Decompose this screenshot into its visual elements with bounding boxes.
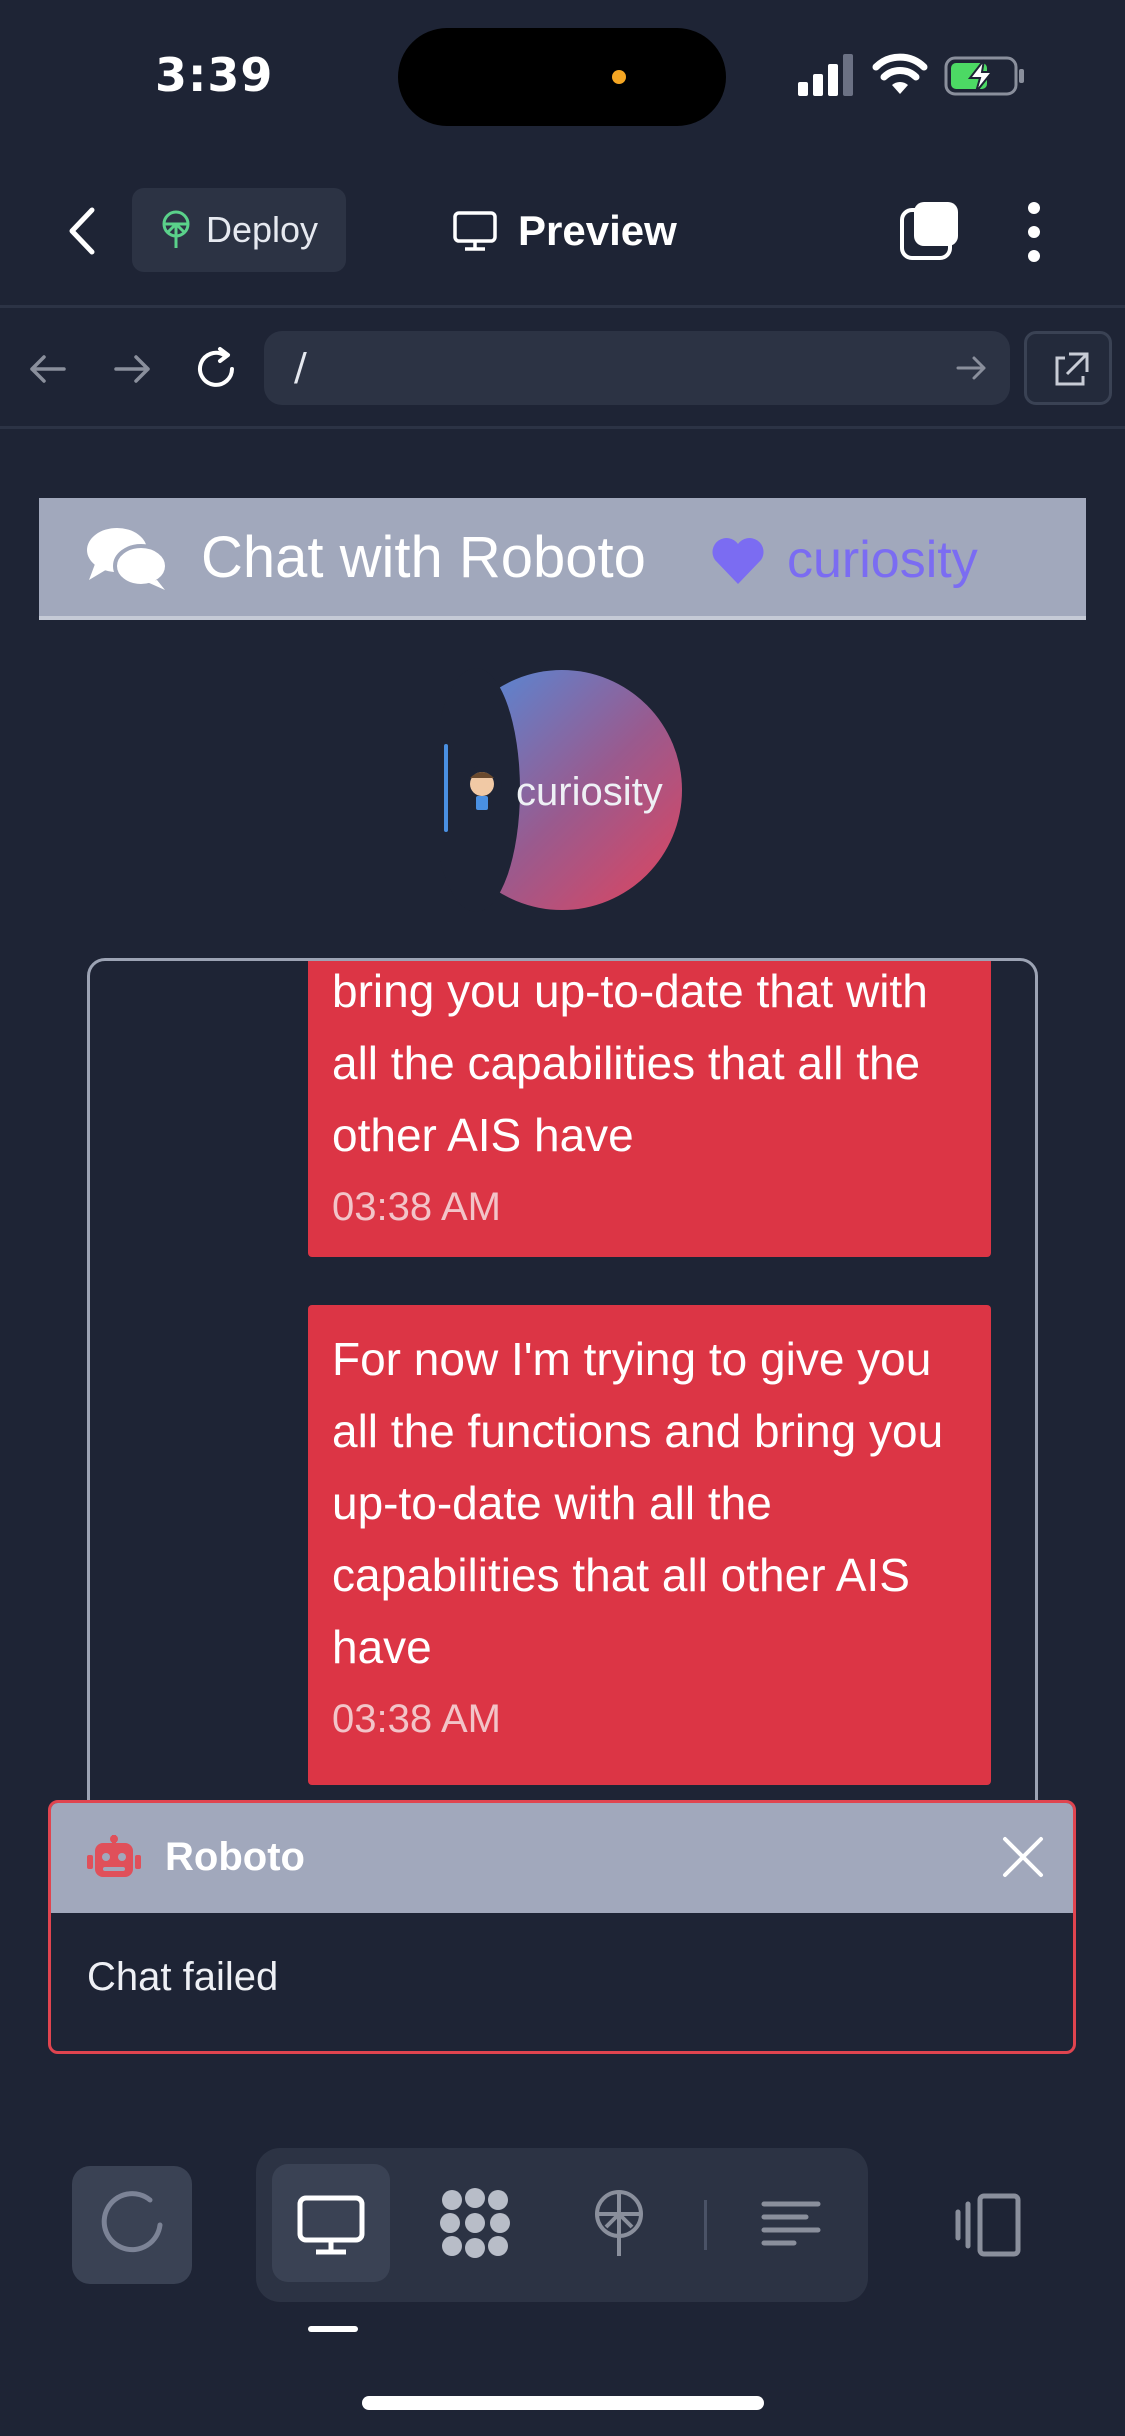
open-external-button[interactable] (1024, 331, 1112, 405)
cellular-signal-icon (798, 54, 853, 96)
privacy-indicator (612, 70, 626, 84)
toolbar-divider (704, 2200, 707, 2250)
external-link-icon (1055, 352, 1089, 386)
desktop-view-button[interactable] (272, 2164, 390, 2282)
robot-icon (87, 1835, 141, 1877)
battery-charging-icon (944, 56, 1024, 96)
spinner-icon (101, 2191, 163, 2253)
desktop-icon (297, 2195, 365, 2255)
preview-button[interactable]: Preview (452, 196, 677, 266)
loading-button[interactable] (72, 2166, 192, 2284)
close-icon[interactable] (999, 1833, 1047, 1881)
deploy-tool-button[interactable] (560, 2164, 678, 2282)
toast-header: Roboto (51, 1803, 1073, 1913)
tabs-icon[interactable] (898, 200, 960, 262)
arrow-left-icon[interactable] (24, 345, 72, 393)
panel-icon[interactable] (954, 2190, 1024, 2260)
avatar-emotion-label: curiosity (516, 770, 663, 814)
message-bubble: For now I'm trying to give you all the f… (308, 1305, 991, 1785)
message-text: bring you up-to-date that with all the c… (332, 965, 928, 1161)
emotion-label: curiosity (787, 531, 978, 589)
status-time: 3:39 (155, 48, 274, 102)
active-tab-indicator (308, 2326, 358, 2332)
page-title: Chat with Roboto (201, 525, 646, 590)
browser-bar: / (0, 311, 1125, 429)
arrow-right-icon[interactable] (108, 345, 156, 393)
heart-icon (712, 537, 764, 584)
chat-messages[interactable]: bring you up-to-date that with all the c… (87, 958, 1038, 1818)
home-indicator[interactable] (362, 2396, 764, 2410)
more-icon[interactable] (1024, 202, 1044, 262)
app-top-bar: Deploy Preview (0, 150, 1125, 308)
deploy-label: Deploy (206, 209, 319, 250)
wifi-icon (872, 53, 928, 94)
toast-message: Chat failed (87, 1955, 279, 1999)
monitor-icon (453, 211, 497, 251)
status-bar: 3:39 (0, 0, 1125, 150)
go-arrow-icon[interactable] (954, 351, 988, 385)
dots-grid-icon (440, 2188, 510, 2258)
message-text: For now I'm trying to give you all the f… (332, 1333, 944, 1673)
deploy-button[interactable]: Deploy (132, 188, 346, 272)
deploy-tool-icon (595, 2190, 643, 2256)
reload-icon[interactable] (192, 345, 240, 393)
view-mode-toolbar (256, 2148, 868, 2302)
dynamic-island (398, 28, 726, 126)
chat-header: Chat with Roboto curiosity (39, 498, 1086, 620)
back-icon[interactable] (60, 204, 108, 258)
lines-icon (761, 2201, 821, 2246)
url-field[interactable]: / (264, 331, 1010, 405)
chat-bubbles-icon (87, 528, 169, 590)
message-bubble: bring you up-to-date that with all the c… (308, 961, 991, 1257)
preview-label: Preview (518, 207, 677, 254)
message-time: 03:38 AM (332, 1185, 502, 1229)
message-time: 03:38 AM (332, 1697, 502, 1741)
console-button[interactable] (732, 2164, 850, 2282)
url-text: / (294, 345, 307, 389)
apps-button[interactable] (416, 2164, 534, 2282)
toast-title: Roboto (165, 1835, 305, 1879)
error-toast: Roboto Chat failed (48, 1800, 1076, 2054)
deploy-icon (162, 210, 190, 248)
